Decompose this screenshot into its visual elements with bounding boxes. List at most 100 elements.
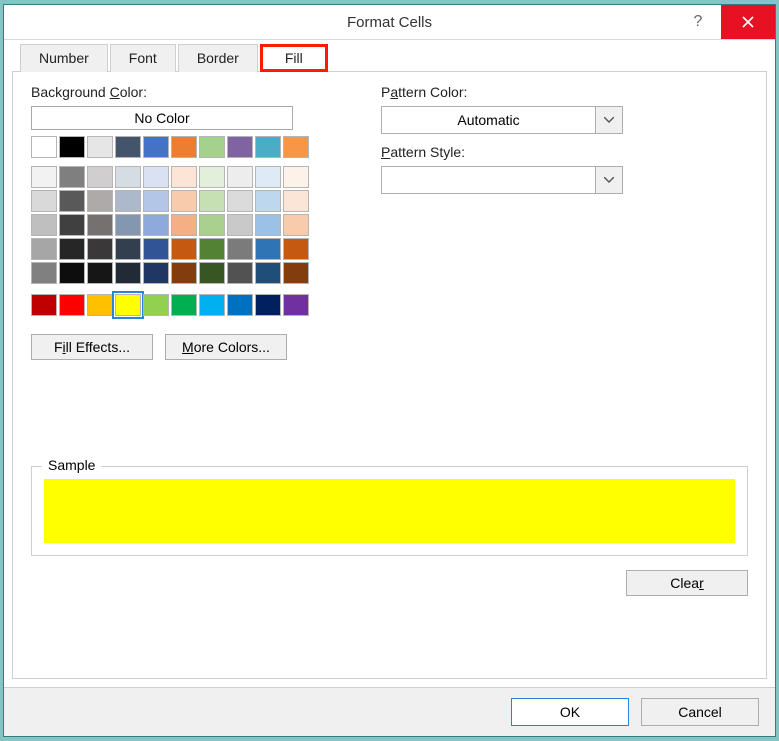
pattern-color-value: Automatic [382, 112, 595, 128]
format-cells-dialog: Format Cells ? Number Font Border Fill B… [3, 4, 776, 737]
color-swatch[interactable] [283, 190, 309, 212]
no-color-button[interactable]: No Color [31, 106, 293, 130]
tab-font[interactable]: Font [110, 44, 176, 72]
color-swatch[interactable] [255, 214, 281, 236]
color-swatch[interactable] [283, 214, 309, 236]
color-swatch[interactable] [283, 262, 309, 284]
pattern-color-dropdown[interactable]: Automatic [381, 106, 623, 134]
tab-border[interactable]: Border [178, 44, 258, 72]
chevron-down-icon [595, 107, 622, 133]
color-swatch[interactable] [115, 294, 141, 316]
color-swatch[interactable] [227, 214, 253, 236]
color-swatch[interactable] [31, 190, 57, 212]
cancel-button[interactable]: Cancel [641, 698, 759, 726]
color-swatch[interactable] [171, 214, 197, 236]
theme-colors-row1 [31, 136, 331, 158]
color-swatch[interactable] [143, 294, 169, 316]
tab-number[interactable]: Number [20, 44, 108, 72]
standard-colors-row [31, 294, 331, 316]
color-swatch[interactable] [171, 294, 197, 316]
color-swatch[interactable] [143, 214, 169, 236]
color-swatch[interactable] [115, 136, 141, 158]
color-swatch[interactable] [87, 136, 113, 158]
color-swatch[interactable] [199, 190, 225, 212]
color-swatch[interactable] [199, 214, 225, 236]
chevron-down-icon [595, 167, 622, 193]
color-swatch[interactable] [87, 262, 113, 284]
window-title: Format Cells [4, 14, 775, 31]
color-swatch[interactable] [199, 262, 225, 284]
color-swatch[interactable] [171, 166, 197, 188]
color-swatch[interactable] [87, 190, 113, 212]
color-swatch[interactable] [115, 166, 141, 188]
color-swatch[interactable] [115, 214, 141, 236]
color-swatch[interactable] [59, 214, 85, 236]
color-swatch[interactable] [59, 294, 85, 316]
color-swatch[interactable] [31, 136, 57, 158]
color-swatch[interactable] [227, 136, 253, 158]
color-swatch[interactable] [31, 166, 57, 188]
fill-panel: Background Color: No Color Fill Effects.… [12, 71, 767, 679]
color-swatch[interactable] [283, 166, 309, 188]
dialog-footer: OK Cancel [4, 687, 775, 736]
theme-colors-shades [31, 166, 331, 284]
color-swatch[interactable] [31, 238, 57, 260]
color-swatch[interactable] [31, 294, 57, 316]
color-swatch[interactable] [227, 262, 253, 284]
color-swatch[interactable] [199, 136, 225, 158]
color-swatch[interactable] [143, 166, 169, 188]
sample-label: Sample [42, 457, 101, 473]
color-swatch[interactable] [143, 238, 169, 260]
clear-button[interactable]: Clear [626, 570, 748, 596]
color-swatch[interactable] [283, 238, 309, 260]
color-swatch[interactable] [115, 190, 141, 212]
color-swatch[interactable] [59, 190, 85, 212]
color-swatch[interactable] [87, 214, 113, 236]
color-swatch[interactable] [143, 190, 169, 212]
color-swatch[interactable] [283, 136, 309, 158]
color-swatch[interactable] [171, 190, 197, 212]
color-swatch[interactable] [59, 136, 85, 158]
color-swatch[interactable] [143, 136, 169, 158]
ok-button[interactable]: OK [511, 698, 629, 726]
color-swatch[interactable] [59, 262, 85, 284]
color-swatch[interactable] [59, 166, 85, 188]
pattern-style-label: Pattern Style: [381, 144, 641, 160]
color-swatch[interactable] [171, 136, 197, 158]
color-swatch[interactable] [255, 190, 281, 212]
pattern-style-dropdown[interactable] [381, 166, 623, 194]
color-swatch[interactable] [255, 262, 281, 284]
color-swatch[interactable] [227, 166, 253, 188]
color-swatch[interactable] [31, 214, 57, 236]
tab-strip: Number Font Border Fill [12, 44, 767, 72]
fill-effects-button[interactable]: Fill Effects... [31, 334, 153, 360]
color-swatch[interactable] [87, 294, 113, 316]
color-swatch[interactable] [171, 238, 197, 260]
color-swatch[interactable] [115, 238, 141, 260]
title-bar: Format Cells ? [4, 5, 775, 40]
color-swatch[interactable] [227, 238, 253, 260]
color-swatch[interactable] [31, 262, 57, 284]
color-swatch[interactable] [87, 166, 113, 188]
color-swatch[interactable] [87, 238, 113, 260]
color-swatch[interactable] [227, 190, 253, 212]
color-swatch[interactable] [199, 238, 225, 260]
color-swatch[interactable] [255, 136, 281, 158]
color-swatch[interactable] [171, 262, 197, 284]
color-swatch[interactable] [255, 166, 281, 188]
color-swatch[interactable] [143, 262, 169, 284]
color-swatch[interactable] [255, 238, 281, 260]
color-swatch[interactable] [199, 166, 225, 188]
color-swatch[interactable] [115, 262, 141, 284]
color-swatch[interactable] [255, 294, 281, 316]
more-colors-button[interactable]: More Colors... [165, 334, 287, 360]
pattern-color-label: Pattern Color: [381, 84, 641, 100]
color-swatch[interactable] [283, 294, 309, 316]
color-swatch[interactable] [227, 294, 253, 316]
color-swatch[interactable] [59, 238, 85, 260]
background-color-label: Background Color: [31, 84, 331, 100]
sample-preview [44, 479, 735, 543]
color-swatch[interactable] [199, 294, 225, 316]
tab-fill[interactable]: Fill [260, 44, 328, 72]
sample-fieldset: Sample [31, 466, 748, 556]
